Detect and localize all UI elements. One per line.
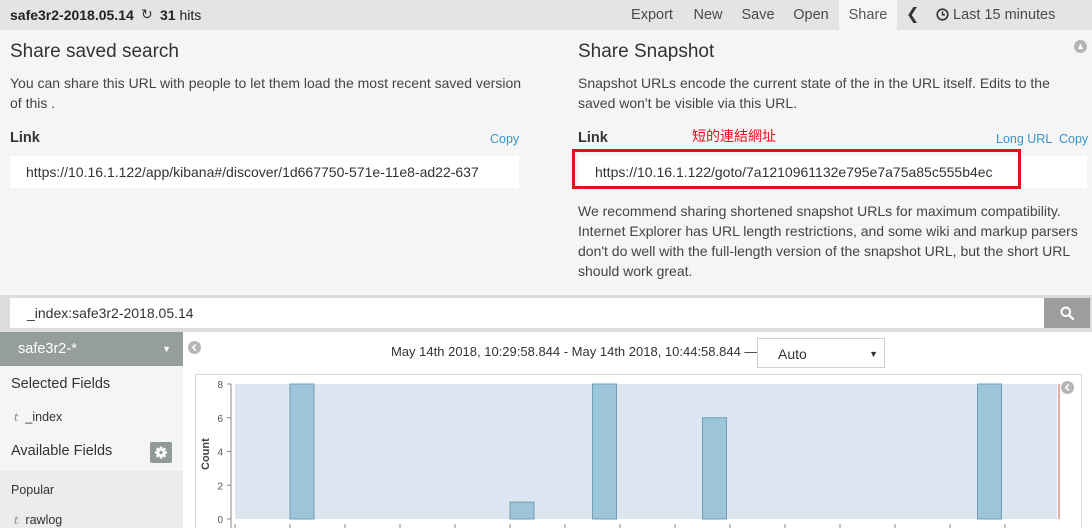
- clock-icon: [936, 8, 949, 21]
- string-type-icon: t: [14, 411, 19, 424]
- y-tick-label: 2: [217, 481, 223, 492]
- plot-background: [235, 384, 1057, 519]
- search-input[interactable]: _index:safe3r2-2018.05.14: [10, 298, 1044, 328]
- hits-label: hits: [179, 7, 202, 23]
- share-saved-search-title: Share saved search: [10, 41, 179, 62]
- snapshot-copy-button[interactable]: Copy: [1059, 132, 1088, 146]
- field-name: _index: [25, 410, 63, 424]
- saved-search-url-field[interactable]: https://10.16.1.122/app/kibana#/discover…: [10, 156, 519, 188]
- time-picker[interactable]: Last 15 minutes: [936, 0, 1055, 30]
- index-pattern-name: safe3r2-*: [18, 341, 77, 357]
- time-range-text: May 14th 2018, 10:29:58.844 - May 14th 2…: [391, 344, 758, 359]
- hit-count: 31 hits: [160, 7, 201, 23]
- long-url-toggle[interactable]: Long URL: [996, 132, 1052, 146]
- popular-field-item[interactable]: t rawlog: [14, 513, 62, 527]
- saved-search-copy-button[interactable]: Copy: [490, 132, 519, 146]
- short-url-annotation: 短的連結網址: [692, 128, 776, 144]
- popular-section: Popular t rawlog: [0, 471, 183, 528]
- y-tick-label: 0: [217, 515, 223, 526]
- field-settings-button[interactable]: [150, 442, 172, 463]
- refresh-icon[interactable]: ↻: [141, 6, 153, 23]
- time-range-label: Last 15 minutes: [953, 7, 1056, 23]
- chevron-left-icon[interactable]: ❮: [906, 0, 919, 30]
- histogram-bar: [289, 383, 315, 520]
- chevron-left-icon: [1064, 383, 1070, 392]
- snapshot-recommendation: We recommend sharing shortened snapshot …: [578, 203, 1078, 279]
- share-snapshot-description: Snapshot URLs encode the current state o…: [578, 75, 1050, 111]
- interval-value: Auto: [778, 346, 807, 362]
- index-title: safe3r2-2018.05.14: [10, 7, 134, 23]
- collapse-up-icon[interactable]: ▲: [1074, 40, 1087, 53]
- field-sidebar: safe3r2-* ▼ Selected Fields t _index Avai…: [0, 332, 183, 528]
- y-axis-label: Count: [200, 438, 212, 470]
- y-tick-label: 6: [217, 414, 223, 425]
- collapse-sidebar-icon[interactable]: [188, 341, 201, 354]
- caret-down-icon: ▼: [162, 344, 171, 354]
- histogram-chart: 0 2 4 6 8: [217, 380, 1060, 528]
- hit-count-value: 31: [160, 7, 176, 23]
- search-button[interactable]: [1044, 298, 1090, 328]
- available-fields-heading: Available Fields: [11, 443, 113, 459]
- popular-heading: Popular: [11, 483, 55, 497]
- query-bar: _index:safe3r2-2018.05.14: [0, 295, 1092, 332]
- export-button[interactable]: Export: [624, 0, 680, 30]
- histogram-bar: [509, 501, 535, 520]
- top-nav-bar: safe3r2-2018.05.14 ↻ 31 hits Export New …: [0, 0, 1092, 30]
- histogram-bar: [977, 383, 1002, 520]
- field-name: rawlog: [25, 513, 63, 527]
- caret-down-icon: ▼: [869, 349, 878, 359]
- share-saved-search-description: You can share this URL with people to le…: [10, 75, 522, 111]
- snapshot-link-label: Link: [578, 130, 608, 146]
- histogram-bar: [592, 383, 617, 520]
- share-snapshot-title: Share Snapshot: [578, 41, 715, 62]
- interval-select[interactable]: Auto ▼: [757, 338, 885, 368]
- string-type-icon: t: [14, 514, 19, 527]
- gear-icon: [155, 446, 167, 459]
- selected-fields-heading: Selected Fields: [11, 376, 111, 392]
- new-button[interactable]: New: [688, 0, 728, 30]
- chevron-left-icon: [191, 343, 197, 352]
- annotation-highlight-box: [572, 149, 1021, 189]
- selected-field-item[interactable]: t _index: [14, 410, 62, 424]
- search-icon: [1060, 306, 1074, 320]
- saved-search-link-label: Link: [10, 130, 40, 146]
- y-tick-label: 4: [217, 448, 223, 459]
- open-button[interactable]: Open: [786, 0, 836, 30]
- index-pattern-selector[interactable]: safe3r2-* ▼: [0, 332, 183, 366]
- histogram-bar: [702, 417, 727, 520]
- legend-toggle-icon[interactable]: [1061, 381, 1074, 394]
- save-button[interactable]: Save: [736, 0, 780, 30]
- share-button[interactable]: Share: [839, 0, 897, 30]
- y-tick-label: 8: [217, 380, 223, 391]
